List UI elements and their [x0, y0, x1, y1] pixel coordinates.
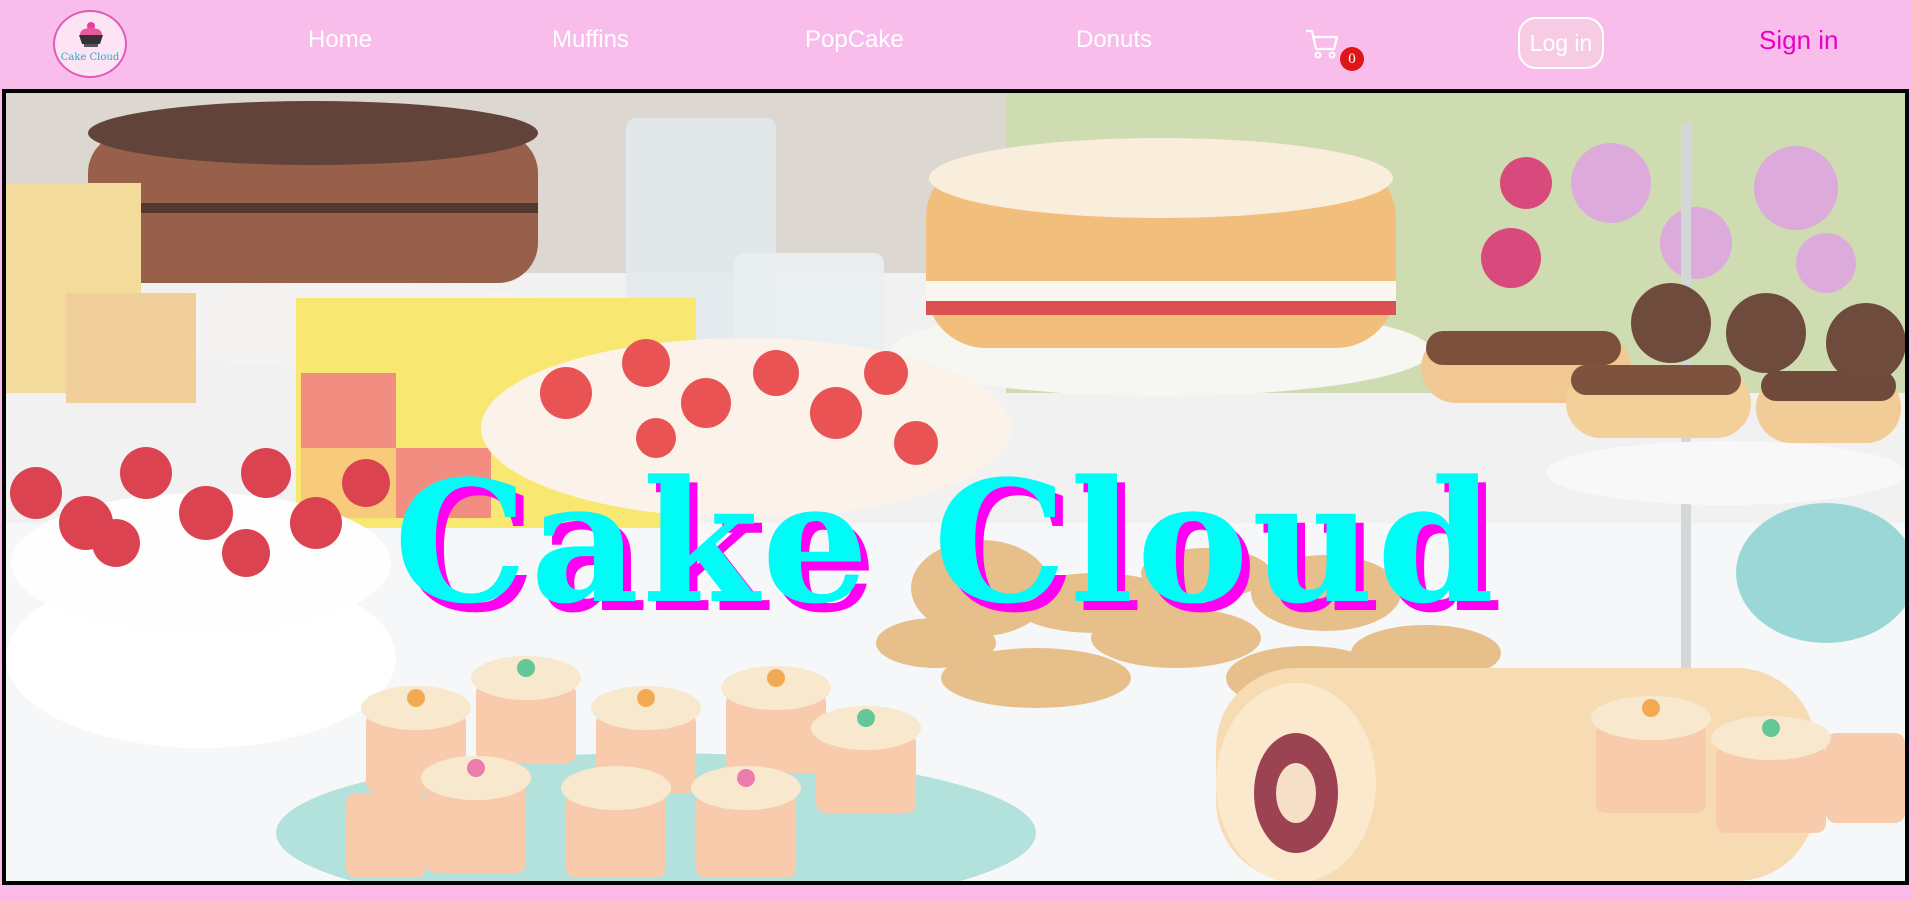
- top-navbar: Cake Cloud Home Muffins PopCake Donuts 0…: [0, 0, 1911, 88]
- cart-button[interactable]: 0: [1305, 28, 1365, 74]
- nav-link-popcake[interactable]: PopCake: [805, 26, 904, 54]
- login-button[interactable]: Log in: [1518, 17, 1604, 69]
- site-logo[interactable]: Cake Cloud: [53, 10, 127, 78]
- cupcake-icon: [79, 22, 103, 47]
- cart-count-badge: 0: [1340, 47, 1364, 71]
- logo-text: Cake Cloud: [60, 52, 120, 63]
- footer-strip: [0, 885, 1911, 900]
- cart-icon: [1306, 29, 1339, 59]
- hero-title: Cake Cloud: [393, 443, 1498, 641]
- hero-banner: Cake Cloud: [2, 89, 1909, 885]
- nav-link-donuts[interactable]: Donuts: [1076, 26, 1152, 54]
- nav-link-home[interactable]: Home: [308, 26, 372, 54]
- signin-link[interactable]: Sign in: [1759, 25, 1839, 56]
- nav-link-muffins[interactable]: Muffins: [552, 26, 629, 54]
